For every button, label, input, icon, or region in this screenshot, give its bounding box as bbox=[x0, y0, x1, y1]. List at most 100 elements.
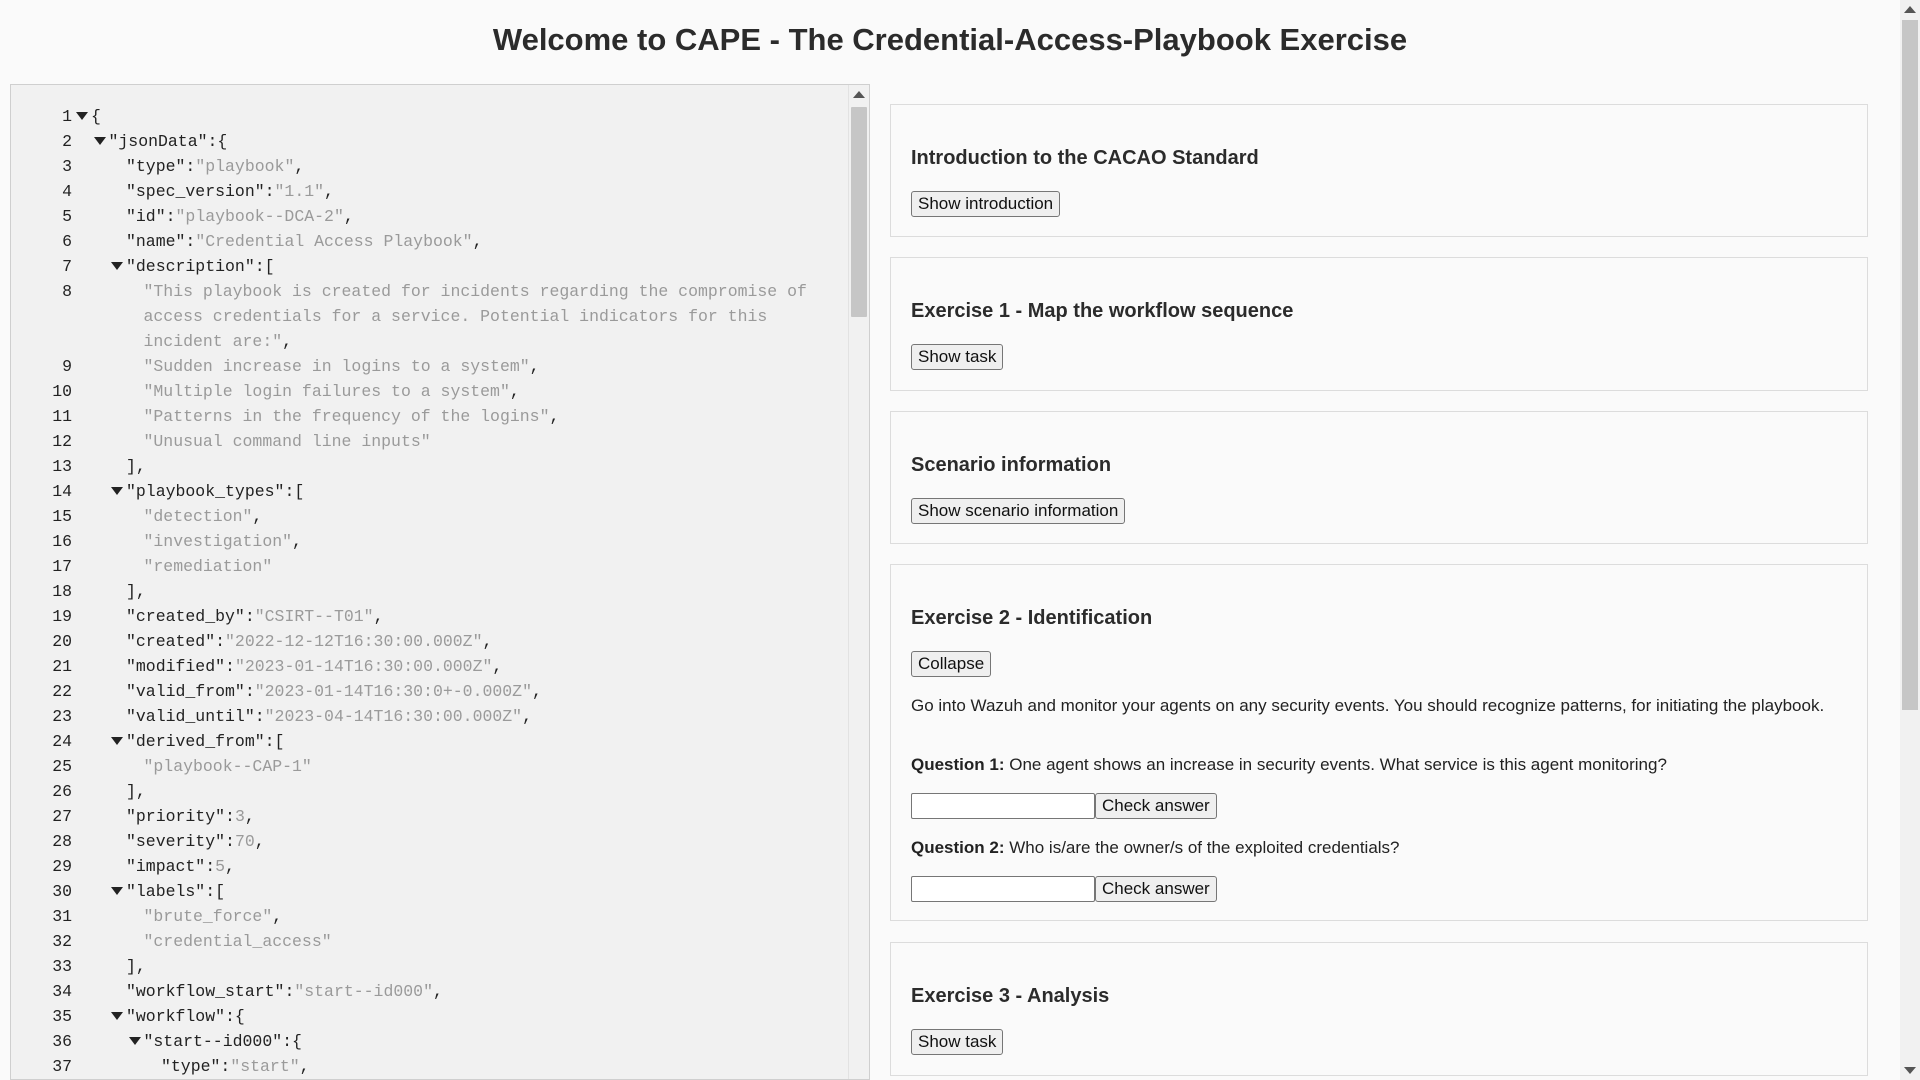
line-number: 2 bbox=[62, 132, 72, 151]
json-punct: ], bbox=[126, 582, 146, 601]
json-punct: , bbox=[292, 532, 302, 551]
page-scroll-up-icon[interactable] bbox=[1904, 6, 1916, 13]
page-scroll-down-icon[interactable] bbox=[1904, 1067, 1916, 1074]
json-key: "impact" bbox=[126, 857, 206, 876]
json-value: "2023-04-14T16:30:00.000Z" bbox=[264, 707, 523, 726]
json-key: "type" bbox=[126, 157, 186, 176]
json-line-content: "impact":5, bbox=[126, 854, 235, 879]
json-punct: : bbox=[220, 1057, 231, 1076]
json-punct: ], bbox=[126, 782, 146, 801]
json-punct: :[ bbox=[284, 482, 305, 501]
json-line-content: "modified":"2023-01-14T16:30:00.000Z", bbox=[126, 654, 502, 679]
collapse-triangle-icon[interactable] bbox=[111, 1012, 123, 1020]
json-value: "playbook" bbox=[195, 157, 295, 176]
json-punct: , bbox=[254, 832, 265, 851]
exercise3-show-task-button[interactable]: Show task bbox=[911, 1029, 1004, 1055]
json-line: 17 "remediation" bbox=[11, 554, 849, 579]
json-value: "2022-12-12T16:30:00.000Z" bbox=[225, 632, 483, 651]
json-punct: :[ bbox=[264, 732, 285, 751]
json-value: incident are:" bbox=[143, 332, 283, 351]
scroll-up-arrow-icon[interactable] bbox=[853, 91, 865, 98]
json-punct: : bbox=[225, 807, 235, 826]
json-punct: , bbox=[324, 182, 334, 201]
collapse-triangle-icon[interactable] bbox=[111, 887, 123, 895]
json-punct: : bbox=[185, 232, 196, 251]
json-key: "valid_until" bbox=[126, 707, 255, 726]
question2-answer-input[interactable] bbox=[911, 876, 1095, 902]
json-line-content: "description":[ bbox=[126, 254, 275, 279]
json-line: 7 "description":[ bbox=[11, 254, 849, 279]
line-number: 34 bbox=[52, 982, 72, 1001]
collapse-triangle-icon[interactable] bbox=[111, 262, 123, 270]
line-number: 28 bbox=[52, 832, 72, 851]
json-line: 1{ bbox=[11, 104, 849, 129]
line-number: 7 bbox=[62, 257, 72, 276]
line-number: 24 bbox=[52, 732, 72, 751]
json-line-content: "id":"playbook--DCA-2", bbox=[126, 204, 354, 229]
question2: Question 2: Who is/are the owner/s of th… bbox=[911, 837, 1847, 858]
line-number: 11 bbox=[52, 407, 72, 426]
json-value: "detection" bbox=[143, 507, 253, 526]
collapse-triangle-icon[interactable] bbox=[93, 137, 106, 145]
json-value: "brute_force" bbox=[143, 907, 273, 926]
collapse-triangle-icon[interactable] bbox=[76, 112, 88, 120]
line-number: 5 bbox=[62, 207, 72, 226]
json-line-content: "detection", bbox=[144, 504, 263, 529]
json-punct: , bbox=[522, 707, 532, 726]
json-punct: , bbox=[282, 332, 293, 351]
json-punct: , bbox=[299, 1057, 310, 1076]
json-key: "description" bbox=[126, 257, 255, 276]
json-punct: : bbox=[254, 707, 265, 726]
json-line: 20 "created":"2022-12-12T16:30:00.000Z", bbox=[11, 629, 849, 654]
question1-answer-input[interactable] bbox=[911, 793, 1095, 819]
line-number: 3 bbox=[62, 157, 72, 176]
collapse-triangle-icon[interactable] bbox=[128, 1037, 141, 1045]
json-viewer-panel[interactable]: 1{2 "jsonData":{3 "type":"playbook", 4 "spec… bbox=[10, 84, 870, 1080]
json-line: 18], bbox=[11, 579, 849, 604]
json-value: access credentials for a service. Potent… bbox=[143, 307, 768, 326]
json-value: "remediation" bbox=[143, 557, 273, 576]
json-punct: : bbox=[264, 182, 275, 201]
collapse-button[interactable]: Collapse bbox=[911, 651, 992, 677]
line-number: 32 bbox=[52, 932, 72, 951]
question2-check-answer-button[interactable]: Check answer bbox=[1095, 876, 1217, 902]
json-punct: , bbox=[549, 407, 560, 426]
line-number: 18 bbox=[52, 582, 72, 601]
json-line: 25 "playbook--CAP-1" bbox=[11, 754, 849, 779]
question1-check-answer-button[interactable]: Check answer bbox=[1095, 793, 1217, 819]
json-punct: , bbox=[294, 157, 305, 176]
collapse-triangle-icon[interactable] bbox=[111, 737, 123, 745]
line-number: 22 bbox=[52, 682, 72, 701]
json-value: "Multiple login failures to a system" bbox=[143, 382, 510, 401]
exercise2-title: Exercise 2 - Identification bbox=[911, 607, 1153, 629]
show-scenario-information-button[interactable]: Show scenario information bbox=[911, 498, 1126, 524]
json-value: "Patterns in the frequency of the logins… bbox=[143, 407, 550, 426]
json-viewer-scrollbar[interactable] bbox=[848, 85, 869, 1079]
json-key: "created_by" bbox=[126, 607, 245, 626]
json-punct: , bbox=[509, 382, 520, 401]
line-number: 17 bbox=[52, 557, 72, 576]
page-scrollbar[interactable] bbox=[1900, 0, 1920, 1080]
line-number: 8 bbox=[62, 282, 72, 301]
json-punct: :[ bbox=[254, 257, 275, 276]
json-value: "CSIRT--T01" bbox=[254, 607, 374, 626]
json-line: 27 "priority":3, bbox=[11, 804, 849, 829]
line-number: 16 bbox=[52, 532, 72, 551]
page-scroll-thumb[interactable] bbox=[1902, 20, 1918, 710]
line-number: 25 bbox=[52, 757, 72, 776]
json-line-content: "This playbook is created for incidents … bbox=[144, 279, 807, 304]
json-key: "derived_from" bbox=[126, 732, 265, 751]
json-key: "id" bbox=[126, 207, 166, 226]
exercise1-show-task-button[interactable]: Show task bbox=[911, 344, 1004, 370]
json-line: 28 "severity":70, bbox=[11, 829, 849, 854]
json-value: "Unusual command line inputs" bbox=[143, 432, 431, 451]
json-viewer-scroll-thumb[interactable] bbox=[851, 107, 867, 317]
json-punct: , bbox=[529, 357, 540, 376]
collapse-triangle-icon[interactable] bbox=[111, 487, 123, 495]
json-value: "start" bbox=[230, 1057, 300, 1076]
json-key: "workflow_start" bbox=[126, 982, 285, 1001]
show-introduction-button[interactable]: Show introduction bbox=[911, 191, 1061, 217]
line-number: 31 bbox=[52, 907, 72, 926]
question2-text: Who is/are the owner/s of the exploited … bbox=[1004, 838, 1400, 857]
json-key: "spec_version" bbox=[126, 182, 265, 201]
